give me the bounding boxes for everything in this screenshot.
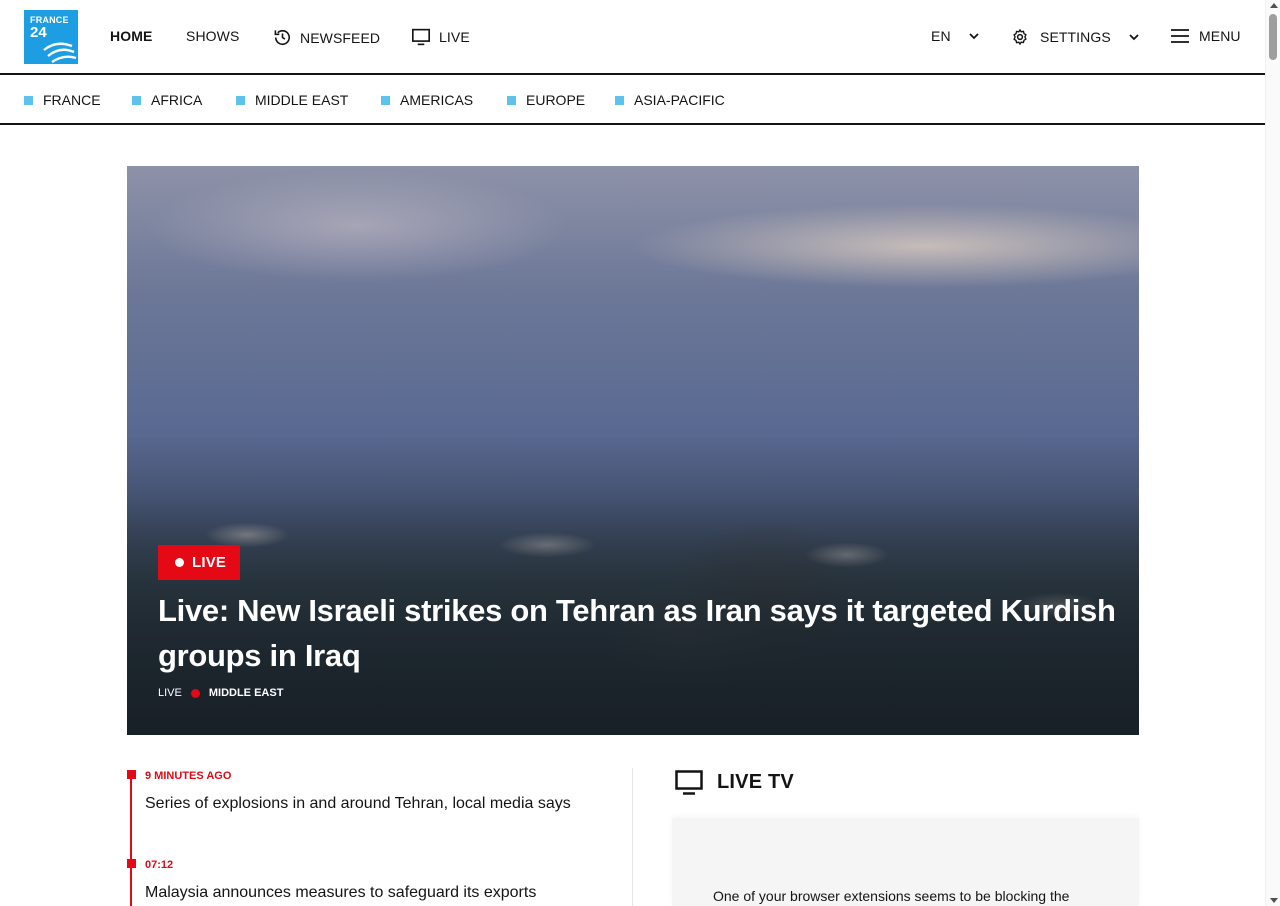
france24-logo[interactable]: FRANCE 24 <box>24 10 78 64</box>
feed-time: 9 MINUTES AGO <box>145 770 232 782</box>
language-selector[interactable]: EN <box>931 28 979 44</box>
region-nav: FRANCE AFRICA MIDDLE EAST AMERICAS EUROP… <box>0 75 1265 125</box>
region-americas[interactable]: AMERICAS <box>381 92 473 108</box>
live-newsfeed: 9 MINUTES AGO Series of explosions in an… <box>127 768 587 906</box>
tv-icon <box>675 770 703 795</box>
scroll-down-arrow-icon[interactable] <box>1270 898 1278 903</box>
nav-shows[interactable]: SHOWS <box>186 28 239 44</box>
region-label: MIDDLE EAST <box>255 92 349 108</box>
feed-headline[interactable]: Series of explosions in and around Tehra… <box>145 792 585 816</box>
settings-label: SETTINGS <box>1040 29 1111 45</box>
nav-newsfeed-label: NEWSFEED <box>300 29 381 46</box>
page-scrollbar[interactable] <box>1265 0 1280 906</box>
scrollbar-thumb[interactable] <box>1269 14 1277 60</box>
region-marker <box>381 95 390 105</box>
region-marker <box>132 95 141 105</box>
live-tv-header: LIVE TV <box>675 770 794 795</box>
hero-category-link[interactable]: MIDDLE EAST <box>209 687 284 699</box>
region-middle-east[interactable]: MIDDLE EAST <box>236 92 348 108</box>
scroll-up-arrow-icon[interactable] <box>1270 3 1278 8</box>
nav-newsfeed[interactable]: NEWSFEED <box>273 28 380 47</box>
language-label: EN <box>931 28 951 44</box>
live-tv-title: LIVE TV <box>717 771 794 793</box>
nav-live-label: LIVE <box>439 29 470 45</box>
nav-home[interactable]: HOME <box>110 28 152 44</box>
menu-button[interactable]: MENU <box>1171 28 1241 44</box>
nav-live[interactable]: LIVE <box>411 28 470 46</box>
chevron-down-icon <box>969 32 979 39</box>
history-icon <box>274 30 290 46</box>
region-marker <box>24 95 33 105</box>
region-label: AFRICA <box>151 92 203 108</box>
live-tv-player[interactable]: One of your browser extensions seems to … <box>672 818 1139 906</box>
nav-shows-label: SHOWS <box>186 28 240 44</box>
top-header: FRANCE 24 HOME SHOWS NEWSFEED LIVE EN SE… <box>0 0 1265 75</box>
live-badge-label: LIVE <box>192 554 227 571</box>
region-label: EUROPE <box>526 92 586 108</box>
region-label: FRANCE <box>43 92 101 108</box>
chevron-down-icon <box>1129 33 1139 40</box>
timeline-marker <box>127 859 136 868</box>
menu-label: MENU <box>1199 28 1241 44</box>
live-dot-icon <box>175 558 184 567</box>
live-badge[interactable]: LIVE <box>158 545 240 580</box>
red-dot-icon <box>190 688 200 698</box>
hero-meta-label: LIVE <box>158 687 182 699</box>
feed-time: 07:12 <box>145 859 174 871</box>
column-divider <box>632 768 633 906</box>
timeline-marker <box>127 770 136 779</box>
timeline-rail <box>130 772 132 906</box>
hero-headline[interactable]: Live: New Israeli strikes on Tehran as I… <box>158 588 1118 678</box>
adblock-message: One of your browser extensions seems to … <box>713 888 1070 904</box>
region-marker <box>507 95 516 105</box>
hero-meta: LIVE MIDDLE EAST <box>158 687 283 699</box>
tv-icon <box>412 28 430 46</box>
hero-article-card[interactable]: LIVE Live: New Israeli strikes on Tehran… <box>127 166 1139 735</box>
region-france[interactable]: FRANCE <box>24 92 101 108</box>
feed-headline[interactable]: Malaysia announces measures to safeguard… <box>145 881 585 905</box>
region-europe[interactable]: EUROPE <box>507 92 585 108</box>
gear-icon <box>1013 29 1027 45</box>
region-asia-pacific[interactable]: ASIA-PACIFIC <box>615 92 725 108</box>
region-marker <box>236 95 245 105</box>
region-marker <box>615 95 624 105</box>
region-label: ASIA-PACIFIC <box>634 92 725 108</box>
logo-waves-icon <box>43 42 77 64</box>
hamburger-icon <box>1171 29 1189 43</box>
region-label: AMERICAS <box>400 92 474 108</box>
settings-dropdown[interactable]: SETTINGS <box>1011 28 1139 46</box>
region-africa[interactable]: AFRICA <box>132 92 202 108</box>
nav-home-label: HOME <box>110 28 153 44</box>
